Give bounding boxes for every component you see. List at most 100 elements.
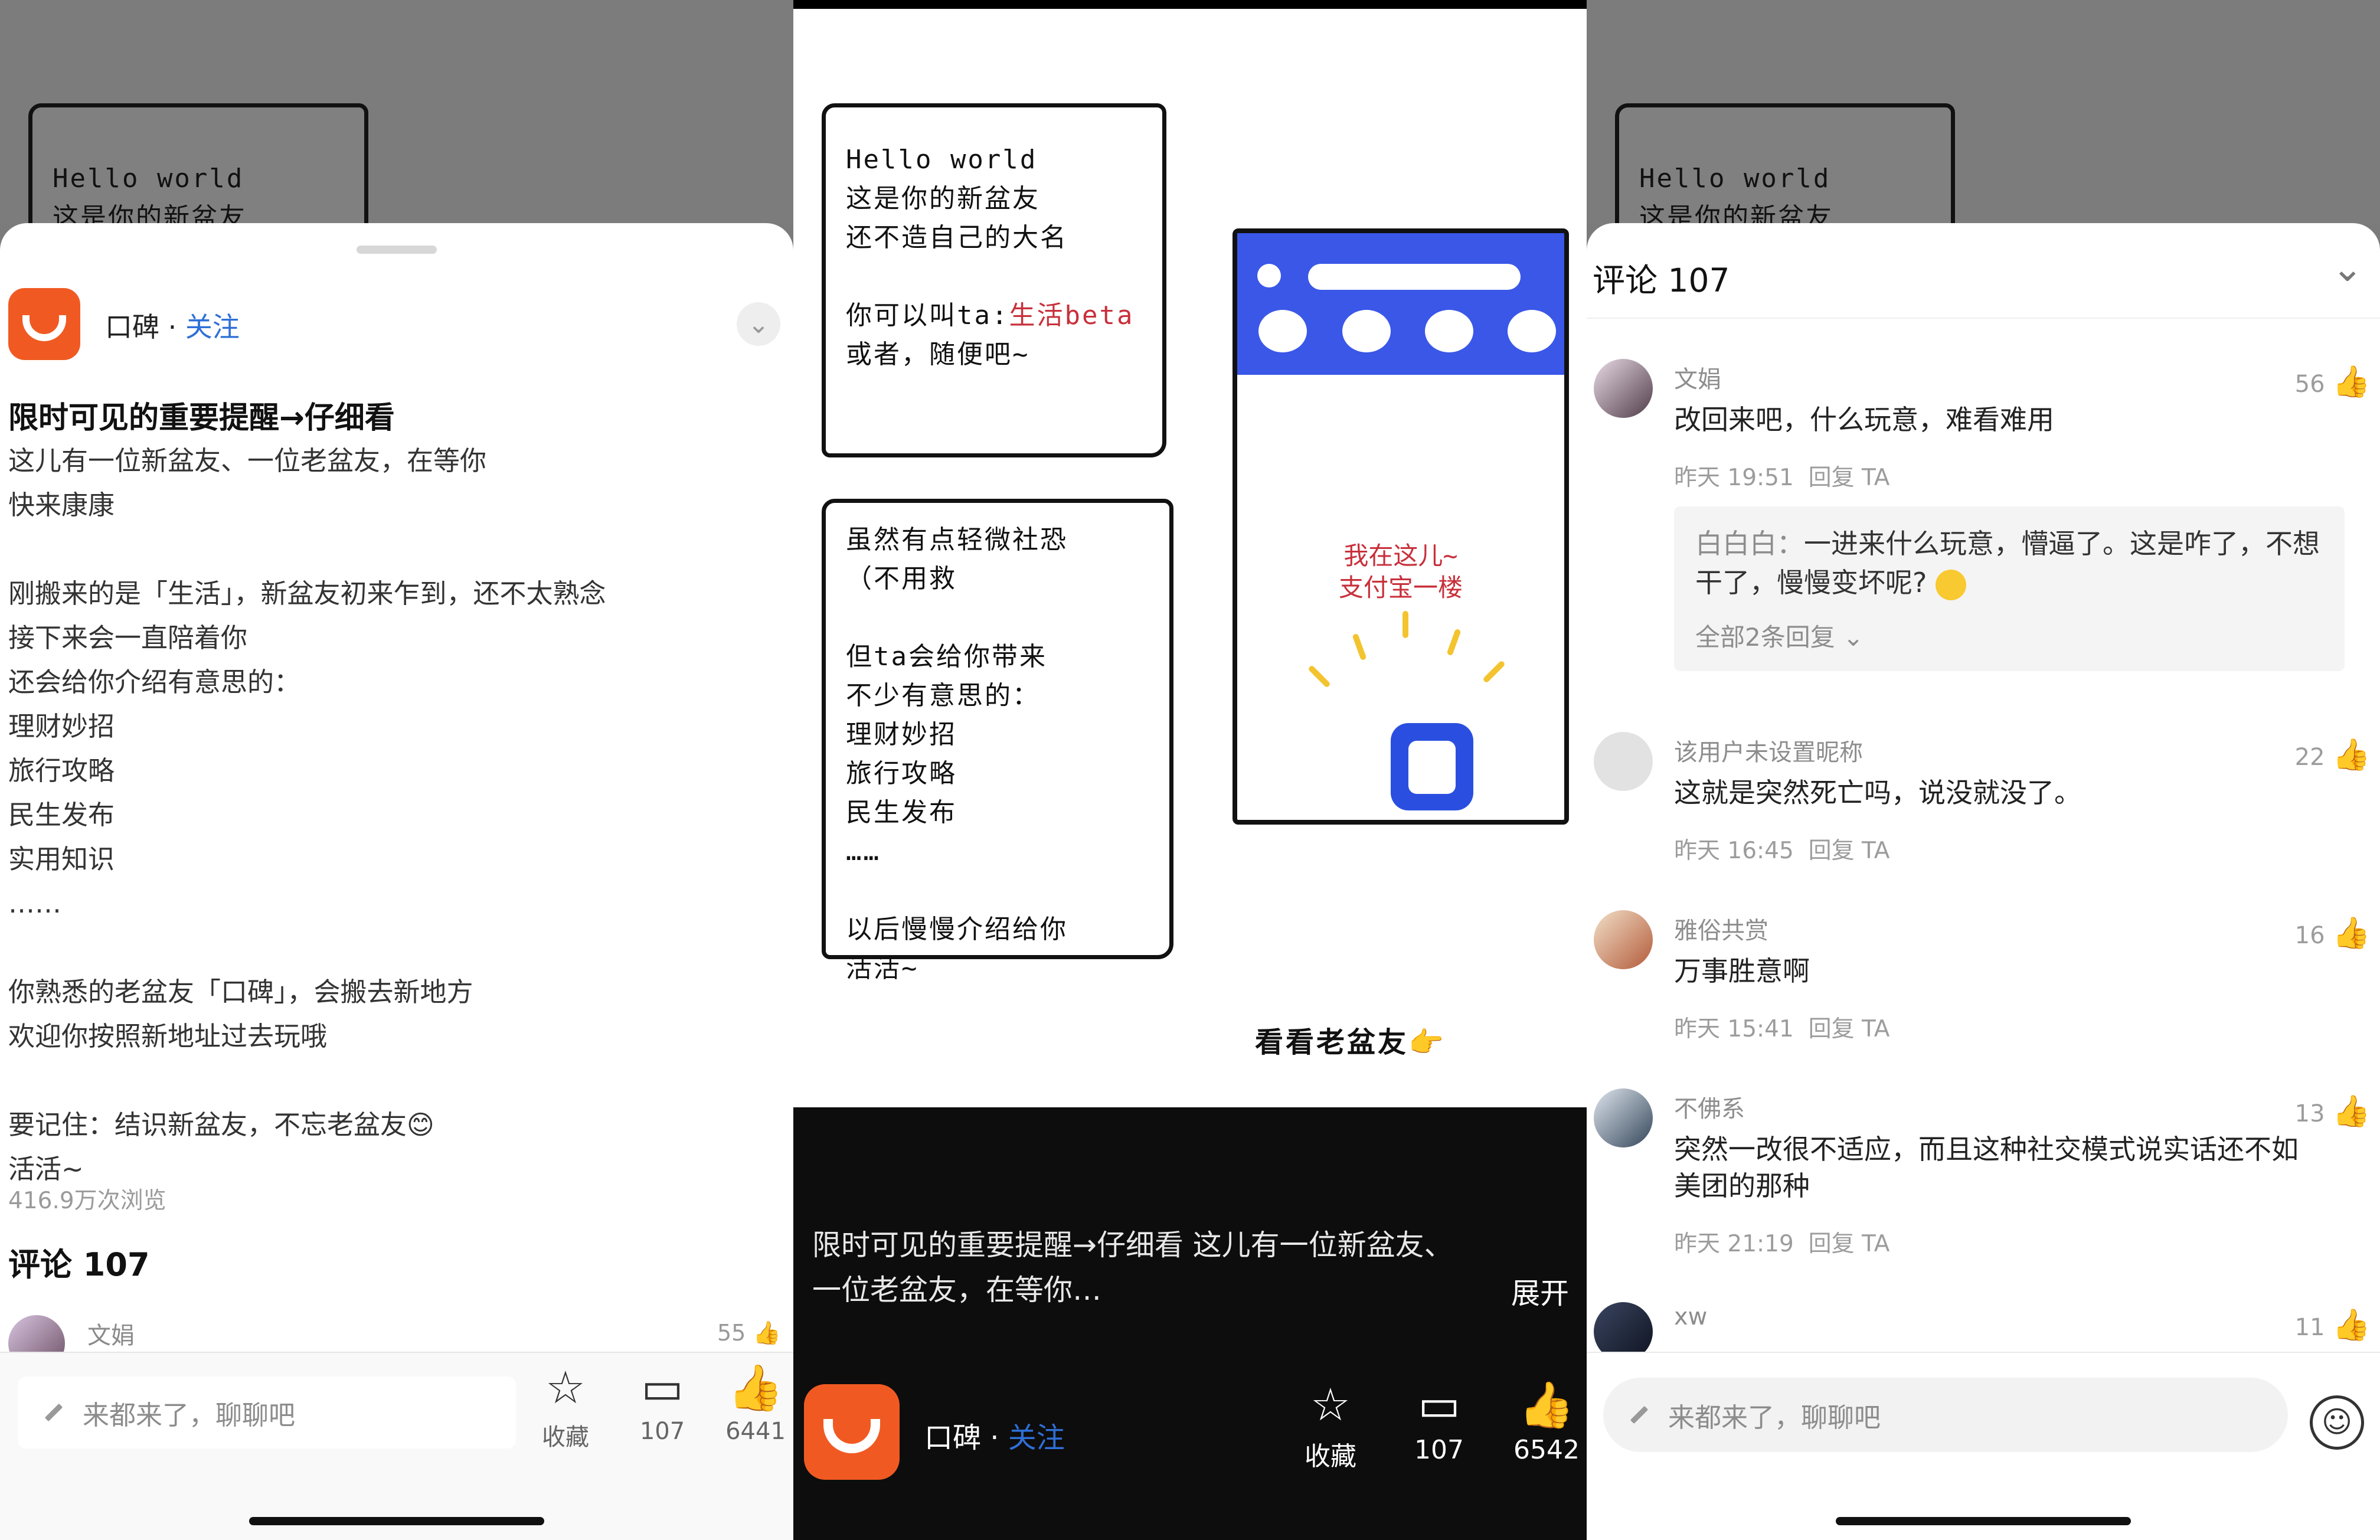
comment-meta: 昨天 15:41 回复 TA [1674, 1011, 1889, 1044]
divider [1587, 318, 2380, 319]
chevron-down-icon[interactable]: ⌄ [2332, 247, 2363, 290]
koubei-logo-icon[interactable] [8, 288, 80, 360]
reply-text: 白白白：一进来什么玩意，懵逼了。这是咋了，不想干了，慢慢变坏呢? [1695, 524, 2323, 602]
comment-button[interactable]: ▭ 107 [621, 1361, 704, 1445]
speech-bubble-intro: Hello world 这是你的新盆友 还不造自己的大名 你可以叫ta:生活be… [822, 103, 1166, 457]
reply-button[interactable]: 回复 TA [1809, 1016, 1890, 1042]
comment-author[interactable]: 文娟 [1674, 360, 1721, 394]
thumb-up-icon: 👍 [2332, 737, 2371, 773]
post-sheet: 口碑 · 关注 ⌄ 限时可见的重要提醒→仔细看 这儿有一位新盆友、一位老盆友，在… [0, 223, 793, 1540]
star-icon: ☆ [545, 1361, 586, 1414]
video-info-overlay [793, 1107, 1587, 1540]
comment-time: 昨天 19:51 [1674, 465, 1794, 491]
like-button[interactable]: 👍 6441 [718, 1361, 793, 1445]
comment-text: 改回来吧，什么玩意，难看难用 [1674, 404, 2054, 436]
comment-author[interactable]: xw [1674, 1303, 1707, 1330]
expand-button[interactable]: 展开 [1511, 1270, 1569, 1312]
thumb-up-icon: 👍 [2332, 364, 2371, 400]
comment-input-bar: 来都来了，聊聊吧 ☺ [1587, 1352, 2380, 1540]
reply-button[interactable]: 回复 TA [1809, 465, 1890, 491]
comment-author: 文娟 [87, 1322, 135, 1349]
comment-input[interactable]: 来都来了，聊聊吧 [1603, 1378, 2288, 1452]
home-indicator [249, 1517, 544, 1525]
collect-label: 收藏 [1305, 1441, 1356, 1472]
like-count: 6441 [725, 1418, 786, 1445]
post-detail-panel: Hello world 这是你的新盆友 口碑 · 关注 ⌄ 限时可见的重要提醒→… [0, 0, 793, 1540]
bottom-action-bar: 来都来了，聊聊吧 ☆ 收藏 ▭ 107 👍 6441 [0, 1352, 793, 1540]
comment-like-count[interactable]: 55 👍 [717, 1320, 781, 1346]
comment-text: 这就是突然死亡吗，说没就没了。 [1674, 777, 2081, 809]
author-name[interactable]: 口碑 [105, 311, 159, 343]
comment-input-placeholder: 来都来了，聊聊吧 [1668, 1401, 1881, 1433]
comment-author[interactable]: 不佛系 [1674, 1090, 1745, 1124]
comment-input-placeholder: 来都来了，聊聊吧 [83, 1399, 296, 1431]
video-collect-button[interactable]: ☆ 收藏 [1289, 1378, 1372, 1473]
phone-caption: 我在这儿~ 支付宝一楼 [1338, 541, 1463, 602]
comment-like-button[interactable]: 16 👍 [2295, 915, 2371, 951]
comment-time: 昨天 15:41 [1674, 1016, 1794, 1042]
like-count: 6542 [1513, 1435, 1580, 1465]
thumb-up-icon: 👍 [2332, 1094, 2371, 1129]
comment-meta: 昨天 21:19 回复 TA [1674, 1225, 1889, 1258]
author-line: 口碑 · 关注 [924, 1414, 1065, 1456]
avatar[interactable] [1594, 1088, 1653, 1147]
phone-illustration: 我在这儿~ 支付宝一楼 [1232, 228, 1569, 825]
reply-author[interactable]: 白白白： [1695, 528, 1804, 560]
expand-replies-button[interactable]: 全部2条回复 ⌄ [1695, 617, 2323, 653]
comments-panel: Hello world 这是你的新盆友 评论 107 ⌄ 文娟 56 👍 改回来… [1587, 0, 2380, 1540]
mascot-icon [1391, 723, 1473, 810]
comment-count: 107 [1414, 1435, 1464, 1465]
reply-button[interactable]: 回复 TA [1809, 1231, 1890, 1257]
collect-label: 收藏 [542, 1424, 589, 1451]
comment-time: 昨天 21:19 [1674, 1231, 1794, 1257]
view-count: 416.9万次浏览 [8, 1188, 166, 1214]
see-old-friend-link[interactable]: 看看老盆友👉 [1255, 1019, 1446, 1060]
comment-text: 突然一改很不适应，而且这种社交模式说实话还不如美团的那种 [1674, 1133, 2299, 1202]
reply-thread: 白白白：一进来什么玩意，懵逼了。这是咋了，不想干了，慢慢变坏呢? 全部2条回复 … [1674, 506, 2345, 671]
star-icon: ☆ [1310, 1378, 1351, 1431]
comment-like-button[interactable]: 13 👍 [2295, 1093, 2371, 1129]
home-indicator [1836, 1517, 2131, 1525]
comments-title: 评论 107 [1593, 261, 1730, 299]
author-name[interactable]: 口碑 [924, 1421, 981, 1454]
thumb-up-icon: 👍 [2332, 1307, 2371, 1343]
avatar[interactable] [1594, 732, 1653, 791]
comments-header: 评论 107 [8, 1246, 150, 1283]
status-strip [793, 0, 1587, 9]
emoji-button[interactable]: ☺ [2310, 1395, 2364, 1450]
comments-sheet: 评论 107 ⌄ 文娟 56 👍 改回来吧，什么玩意，难看难用 昨天 19:51… [1587, 223, 2380, 1540]
thumb-up-icon: 👍 [2332, 916, 2371, 951]
video-like-button[interactable]: 👍 6542 [1505, 1378, 1588, 1465]
thumb-up-icon: 👍 [1518, 1378, 1575, 1431]
comment-like-button[interactable]: 11 👍 [2295, 1307, 2371, 1343]
avatar[interactable] [1594, 910, 1653, 969]
follow-button[interactable]: 关注 [1008, 1421, 1065, 1454]
thumb-up-icon: 👍 [727, 1361, 784, 1414]
comment-meta: 昨天 19:51 回复 TA [1674, 459, 1889, 492]
background-comic: Hello world 这是你的新盆友 [1587, 0, 2380, 280]
video-caption: 限时可见的重要提醒→仔细看 这儿有一位新盆友、一位老盆友，在等你… [812, 1228, 1453, 1307]
comment-author[interactable]: 雅俗共赏 [1674, 911, 1768, 946]
comment-like-button[interactable]: 22 👍 [2295, 737, 2371, 773]
comment-time: 昨天 16:45 [1674, 838, 1794, 864]
comment-icon: ▭ [641, 1361, 684, 1414]
collect-button[interactable]: ☆ 收藏 [524, 1361, 607, 1452]
reply-button[interactable]: 回复 TA [1809, 838, 1890, 864]
drag-handle[interactable] [357, 246, 437, 254]
emoji-icon [1936, 569, 1967, 600]
comment-count: 107 [639, 1418, 685, 1445]
video-comment-button[interactable]: ▭ 107 [1398, 1378, 1480, 1465]
comment-author[interactable]: 该用户未设置昵称 [1674, 733, 1863, 767]
background-comic: Hello world 这是你的新盆友 [0, 0, 793, 280]
author-separator: · [981, 1421, 1008, 1454]
pencil-icon [1630, 1405, 1649, 1424]
comment-like-button[interactable]: 56 👍 [2295, 364, 2371, 400]
follow-button[interactable]: 关注 [185, 311, 240, 343]
koubei-logo-icon[interactable] [804, 1384, 900, 1480]
comment-input[interactable]: 来都来了，聊聊吧 [18, 1376, 516, 1449]
chevron-down-icon[interactable]: ⌄ [737, 302, 780, 346]
post-title: 限时可见的重要提醒→仔细看 [8, 401, 395, 436]
speech-bubble-features: 虽然有点轻微社恐 （不用救 但ta会给你带来 不少有意思的： 理财妙招 旅行攻略… [822, 499, 1173, 983]
author-line: 口碑 · 关注 [105, 306, 240, 345]
avatar[interactable] [1594, 359, 1653, 418]
